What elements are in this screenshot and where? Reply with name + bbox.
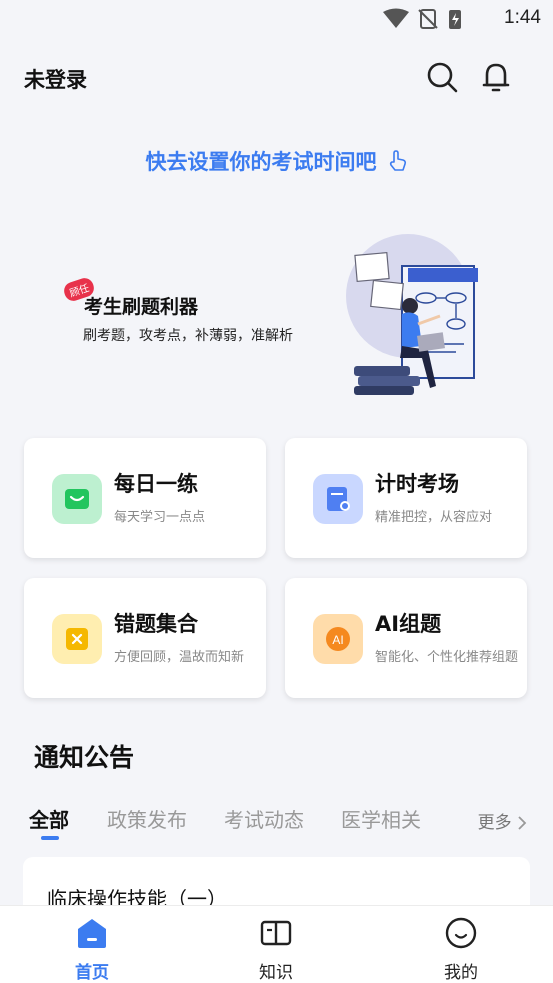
nav-profile[interactable]: 我的 [406, 906, 516, 983]
timed-exam-card[interactable]: 计时考场 精准把控，从容应对 [285, 438, 527, 558]
card-subtitle: 方便回顾，温故而知新 [114, 650, 245, 665]
exam-time-prompt: 快去设置你的考试时间吧 [145, 150, 377, 174]
bell-icon[interactable] [479, 60, 513, 94]
chevron-right-icon [518, 816, 527, 830]
nav-home[interactable]: 首页 [37, 906, 147, 983]
error-book-icon [66, 628, 88, 650]
pointing-hand-icon [389, 150, 406, 171]
book-icon [260, 920, 292, 946]
status-icons [383, 8, 461, 29]
tab-label: 全部 [29, 808, 69, 832]
ai-icon-text: AI [332, 633, 343, 647]
timed-exam-icon-bg [313, 474, 363, 524]
more-link[interactable]: 更多 [478, 808, 527, 833]
banner-subtitle: 刷考题，攻考点，补薄弱，准解析 [83, 328, 293, 344]
ai-icon: AI [326, 627, 350, 651]
ai-quiz-icon-bg: AI [313, 614, 363, 664]
card-subtitle: 精准把控，从容应对 [375, 510, 493, 525]
wifi-icon [383, 8, 409, 28]
status-time: 1:44 [504, 7, 541, 28]
card-subtitle: 智能化、个性化推荐组题 [375, 650, 519, 665]
tab-policy[interactable]: 政策发布 [107, 804, 187, 833]
wrong-questions-icon-bg [52, 614, 102, 664]
nav-label: 我的 [444, 963, 478, 983]
smile-icon [445, 917, 477, 949]
bottom-navigation: 首页 知识 我的 [0, 905, 553, 983]
card-title: AI组题 [375, 612, 442, 636]
more-label: 更多 [477, 813, 512, 833]
daily-practice-icon-bg [52, 474, 102, 524]
search-icon[interactable] [425, 60, 459, 94]
tab-all[interactable]: 全部 [29, 804, 69, 840]
wrong-questions-card[interactable]: 错题集合 方便回顾，温故而知新 [24, 578, 266, 698]
banner-title: 考生刷题利器 [84, 296, 199, 318]
clipboard-clock-icon [327, 487, 350, 511]
card-subtitle: 每天学习一点点 [114, 510, 206, 525]
inbox-icon [65, 489, 89, 509]
tab-medical[interactable]: 医学相关 [341, 804, 421, 833]
notice-tabs: 全部 政策发布 考试动态 医学相关 更多 [0, 804, 553, 844]
tab-exam-news[interactable]: 考试动态 [224, 804, 304, 833]
app-header: 未登录 [0, 54, 553, 102]
nav-label: 知识 [259, 963, 293, 983]
set-exam-time-link[interactable]: 快去设置你的考试时间吧 [0, 146, 553, 180]
notice-section-title: 通知公告 [34, 743, 135, 772]
card-title: 错题集合 [114, 612, 198, 636]
daily-practice-card[interactable]: 每日一练 每天学习一点点 [24, 438, 266, 558]
student-laptop-illustration [346, 234, 478, 395]
nav-label: 首页 [75, 963, 109, 983]
nav-knowledge[interactable]: 知识 [221, 906, 331, 983]
card-title: 每日一练 [114, 472, 198, 496]
ai-quiz-card[interactable]: AI AI组题 智能化、个性化推荐组题 [285, 578, 527, 698]
home-icon [78, 919, 106, 948]
promo-banner[interactable]: 顾任 考生刷题利器 刷考题，攻考点，补薄弱，准解析 [24, 222, 530, 408]
login-status-title[interactable]: 未登录 [24, 64, 87, 94]
card-title: 计时考场 [375, 472, 459, 496]
status-bar: 1:44 [0, 0, 553, 38]
active-tab-indicator [41, 836, 59, 840]
